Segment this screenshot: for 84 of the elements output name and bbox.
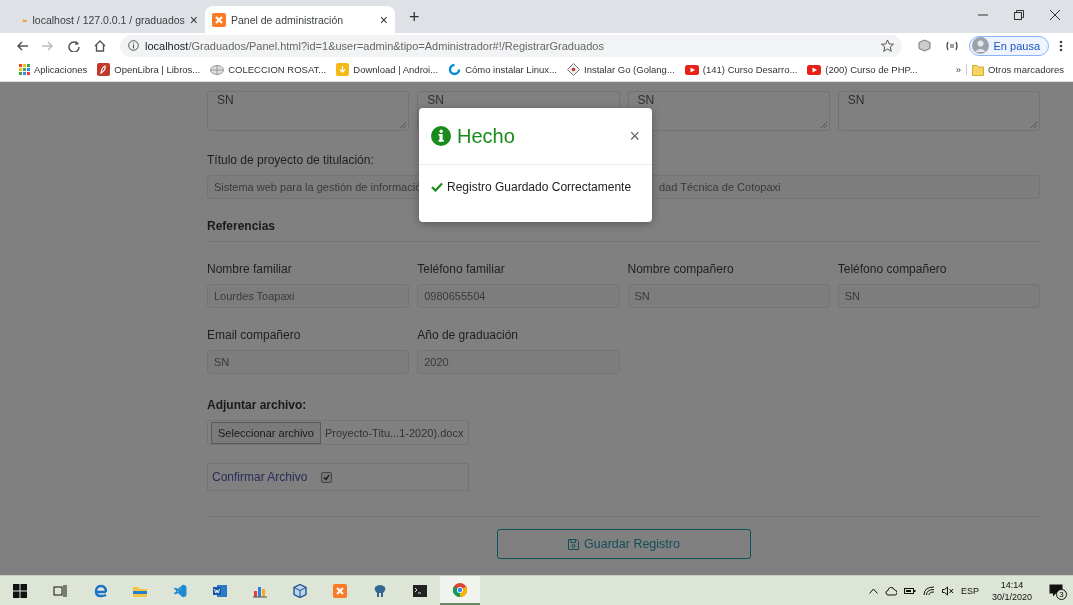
bookmark-link[interactable]: OpenLibra | Libros... [92,63,206,76]
resize-grip-icon [400,122,407,128]
floppy-icon [568,538,580,550]
info-icon [128,40,139,51]
section-heading: Adjuntar archivo: [207,398,308,412]
diamond-icon [567,63,580,76]
file-input[interactable]: Seleccionar archivo Proyecto-Titu...1-2020).docx [207,420,469,445]
windows-icon [13,583,27,598]
xampp-icon [333,583,347,598]
wifi-icon [922,585,935,596]
field-label: Nombre compañero [627,262,735,276]
url-text: localhost/Graduados/Panel.html?id=1&user=admin&tipo=Administrador#!/RegistrarGraduados [145,39,605,52]
bookmark-link[interactable]: Cómo instalar Linux... [443,63,562,76]
field-label: Año de graduación [417,328,519,342]
dialog-message: Registro Guardado Correctamente [447,180,632,194]
task-view-icon [53,583,67,598]
close-tab-button[interactable]: × [379,11,388,28]
info-icon [431,126,451,146]
browser-tab[interactable]: localhost / 127.0.0.1 / graduados × [15,6,205,33]
battery-icon [903,586,916,595]
bookmark-link[interactable]: COLECCION ROSAT... [205,64,332,75]
dialog-title: Hecho [457,124,516,148]
text-area[interactable]: SN [207,91,410,131]
more-bookmarks-button[interactable]: » [950,64,967,75]
bookmark-link[interactable]: Instalar Go (Golang... [562,63,680,76]
xampp-icon [212,12,226,27]
terminal-icon [413,583,427,598]
ring-icon [448,63,462,76]
brackets-icon [944,40,959,51]
notification-count: 3 [1056,589,1067,600]
chevron-up-icon [868,587,878,594]
bookmark-link[interactable]: Download | Androi... [331,63,444,76]
restore-icon [1014,10,1024,20]
play-icon [807,64,822,75]
e-logo-icon [93,583,107,598]
chrome-icon [453,582,467,597]
field-label: Teléfono familiar [417,262,506,276]
book-icon [97,63,111,76]
resize-grip-icon [820,122,827,128]
field-label: Email compañero [207,328,302,342]
menu-icon [1059,39,1063,52]
field-label: Teléfono compañero [837,262,948,276]
field-label: Título de proyecto de titulación: [207,153,375,167]
forward-icon [42,39,54,52]
bookmark-link[interactable]: (200) Curso de PHP... [802,64,923,75]
profile-button[interactable]: En pausa [968,35,1049,56]
mute-icon [941,585,954,596]
cloud-icon [884,585,897,596]
cube-icon [293,583,307,598]
tab-title: Panel de administración [231,13,345,26]
bookmark-link[interactable]: (141) Curso Desarro... [679,64,803,75]
text-area[interactable]: SN [627,91,830,131]
browser-tab[interactable]: Panel de administración × [205,6,395,33]
bookmark-folder[interactable]: Otros marcadores [966,63,1069,76]
code-editor-icon [173,583,187,598]
tab-title: localhost / 127.0.0.1 / graduados [32,13,185,26]
bookmark-link[interactable]: Aplicaciones [14,64,93,75]
text-area[interactable]: SN [837,91,1040,131]
cube-icon [917,39,931,52]
address-bar[interactable]: localhost/Graduados/Panel.html?id=1&user=admin&tipo=Administrador#!/RegistrarGraduados [120,34,902,57]
clock-date: 30/1/2020 [991,590,1032,603]
checkbox-label: Confirmar Archivo [212,470,308,484]
notification-button[interactable]: 3 [1045,584,1067,597]
grid-icon [19,64,30,75]
checkbox[interactable] [321,471,333,483]
folder-icon [971,63,984,76]
language-indicator[interactable]: ESP [960,585,979,596]
play-icon [684,64,699,75]
check-icon [431,182,443,192]
document-icon [213,583,227,598]
check-icon [323,473,331,481]
reload-icon [68,39,80,52]
globe-icon [210,64,225,75]
star-icon [880,39,894,52]
field-label: Nombre familiar [207,262,293,276]
clock-time: 14:14 [1000,578,1024,591]
new-tab-button[interactable]: + [403,6,426,29]
back-icon [16,39,28,52]
download-icon [336,63,350,76]
close-icon [1050,10,1060,20]
avatar-icon [971,37,989,54]
close-tab-button[interactable]: × [189,11,198,28]
home-icon [94,39,106,52]
resize-grip-icon [1031,122,1037,128]
